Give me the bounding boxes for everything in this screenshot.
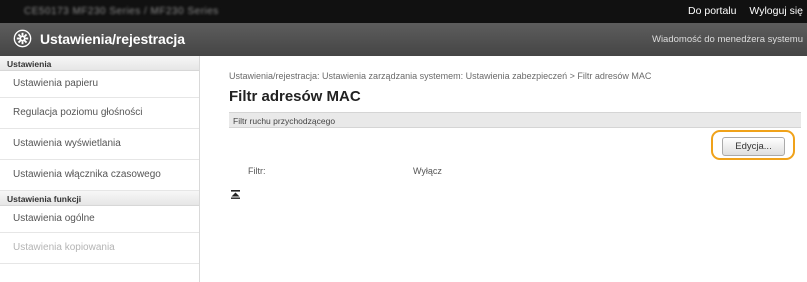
sidebar-item-copy: Ustawienia kopiowania — [0, 233, 199, 264]
main-content: Ustawienia/rejestracja: Ustawienia zarzą… — [200, 56, 807, 282]
sidebar-group-function-settings: Ustawienia funkcji — [0, 191, 199, 206]
page-header: Ustawienia/rejestracja Wiadomość do mene… — [0, 23, 807, 56]
sidebar: Ustawienia Ustawienia papieru Regulacja … — [0, 56, 200, 282]
sidebar-item-volume[interactable]: Regulacja poziomu głośności — [0, 98, 199, 129]
gear-icon — [13, 29, 32, 48]
top-bar: CE50173 MF230 Series / MF230 Series Do p… — [0, 0, 807, 23]
sidebar-item-paper-settings[interactable]: Ustawienia papieru — [0, 71, 199, 98]
sidebar-item-general[interactable]: Ustawienia ogólne — [0, 206, 199, 233]
breadcrumb: Ustawienia/rejestracja: Ustawienia zarzą… — [229, 71, 652, 81]
logout-link[interactable]: Wyloguj się — [749, 5, 803, 17]
top-links: Do portalu Wyloguj się — [678, 5, 803, 17]
edit-button[interactable]: Edycja... — [722, 137, 785, 156]
sidebar-group-settings: Ustawienia — [0, 56, 199, 71]
device-name: CE50173 MF230 Series / MF230 Series — [24, 6, 219, 17]
filter-label: Filtr: — [248, 166, 266, 176]
to-top-icon[interactable] — [231, 190, 240, 200]
sidebar-item-display[interactable]: Ustawienia wyświetlania — [0, 129, 199, 160]
edit-button-highlight: Edycja... — [711, 130, 795, 160]
admin-message-link[interactable]: Wiadomość do menedżera systemu — [652, 34, 803, 45]
section-header: Filtr ruchu przychodzącego — [229, 112, 801, 128]
header-title: Ustawienia/rejestracja — [40, 31, 185, 47]
sidebar-item-timer[interactable]: Ustawienia włącznika czasowego — [0, 160, 199, 191]
portal-link[interactable]: Do portalu — [688, 5, 736, 17]
filter-value: Wyłącz — [413, 166, 442, 176]
page-title: Filtr adresów MAC — [229, 88, 361, 105]
